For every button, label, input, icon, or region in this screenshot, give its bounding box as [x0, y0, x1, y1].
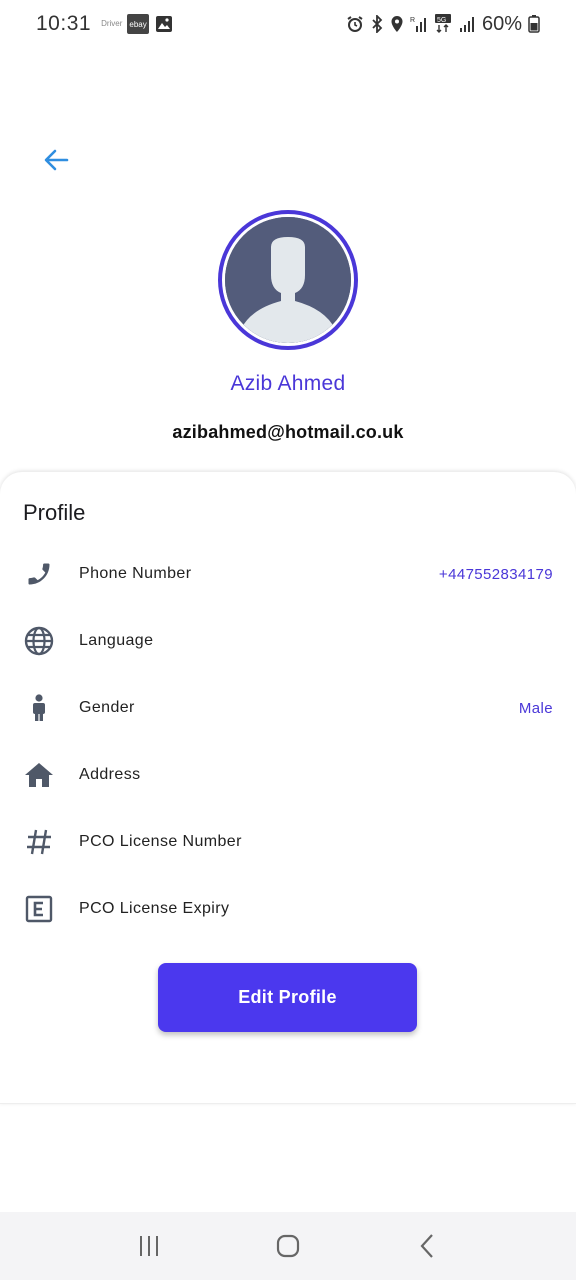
row-pco-license-expiry[interactable]: PCO License Expiry — [0, 881, 576, 937]
5g-icon: 5G — [434, 14, 452, 34]
bluetooth-icon — [370, 15, 384, 33]
location-icon — [390, 15, 404, 33]
user-email: azibahmed@hotmail.co.uk — [172, 422, 404, 442]
profile-screen: 10:31 Driver ebay R 5G 60% Azib Ahmed az… — [0, 0, 576, 1280]
phone-number-label: Phone Number — [79, 565, 192, 582]
phone-number-value: +447552834179 — [438, 565, 553, 583]
row-language[interactable]: Language — [0, 613, 576, 669]
pco-license-number-label: PCO License Number — [79, 833, 242, 850]
address-label: Address — [79, 766, 141, 783]
person-icon — [24, 693, 54, 723]
row-gender[interactable]: Gender Male — [0, 680, 576, 736]
hash-icon — [24, 827, 54, 857]
avatar-placeholder-icon — [225, 217, 351, 343]
row-phone-number[interactable]: Phone Number +447552834179 — [0, 546, 576, 602]
profile-card: Profile Phone Number +447552834179 Langu… — [0, 472, 576, 1104]
back-button[interactable] — [36, 140, 76, 180]
row-address[interactable]: Address — [0, 747, 576, 803]
row-pco-license-number[interactable]: PCO License Number — [0, 814, 576, 870]
svg-text:5G: 5G — [437, 17, 446, 24]
home-nav-button[interactable] — [258, 1221, 318, 1271]
back-nav-icon — [420, 1234, 433, 1258]
gender-label: Gender — [79, 699, 135, 716]
gallery-notification-icon — [155, 15, 173, 33]
back-nav-button[interactable] — [397, 1221, 457, 1271]
ebay-notification-icon: ebay — [127, 14, 150, 34]
status-bar: 10:31 Driver ebay R 5G 60% — [0, 0, 576, 48]
avatar[interactable] — [218, 210, 358, 350]
language-label: Language — [79, 632, 154, 649]
status-time: 10:31 — [36, 12, 92, 35]
battery-level: 60% — [481, 12, 522, 35]
edit-profile-button[interactable]: Edit Profile — [158, 963, 417, 1032]
home-icon — [24, 760, 54, 790]
driver-notification-icon: Driver — [101, 19, 123, 28]
svg-text:R: R — [410, 17, 415, 24]
home-nav-icon — [276, 1234, 300, 1258]
recents-button[interactable] — [119, 1221, 179, 1271]
letter-e-icon — [24, 894, 54, 924]
signal-r-icon: R — [410, 15, 428, 33]
arrow-left-icon — [44, 149, 69, 171]
navigation-bar — [0, 1212, 576, 1280]
status-right: R 5G 60% — [346, 13, 540, 36]
alarm-icon — [346, 15, 364, 33]
signal-icon — [458, 15, 476, 33]
globe-icon — [24, 626, 54, 656]
status-left: 10:31 Driver ebay — [36, 12, 173, 36]
battery-icon — [528, 15, 540, 33]
phone-icon — [24, 559, 54, 589]
section-title: Profile — [23, 500, 86, 525]
pco-license-expiry-label: PCO License Expiry — [79, 900, 230, 917]
recents-icon — [140, 1236, 159, 1256]
gender-value: Male — [518, 699, 553, 717]
user-name: Azib Ahmed — [230, 372, 346, 395]
